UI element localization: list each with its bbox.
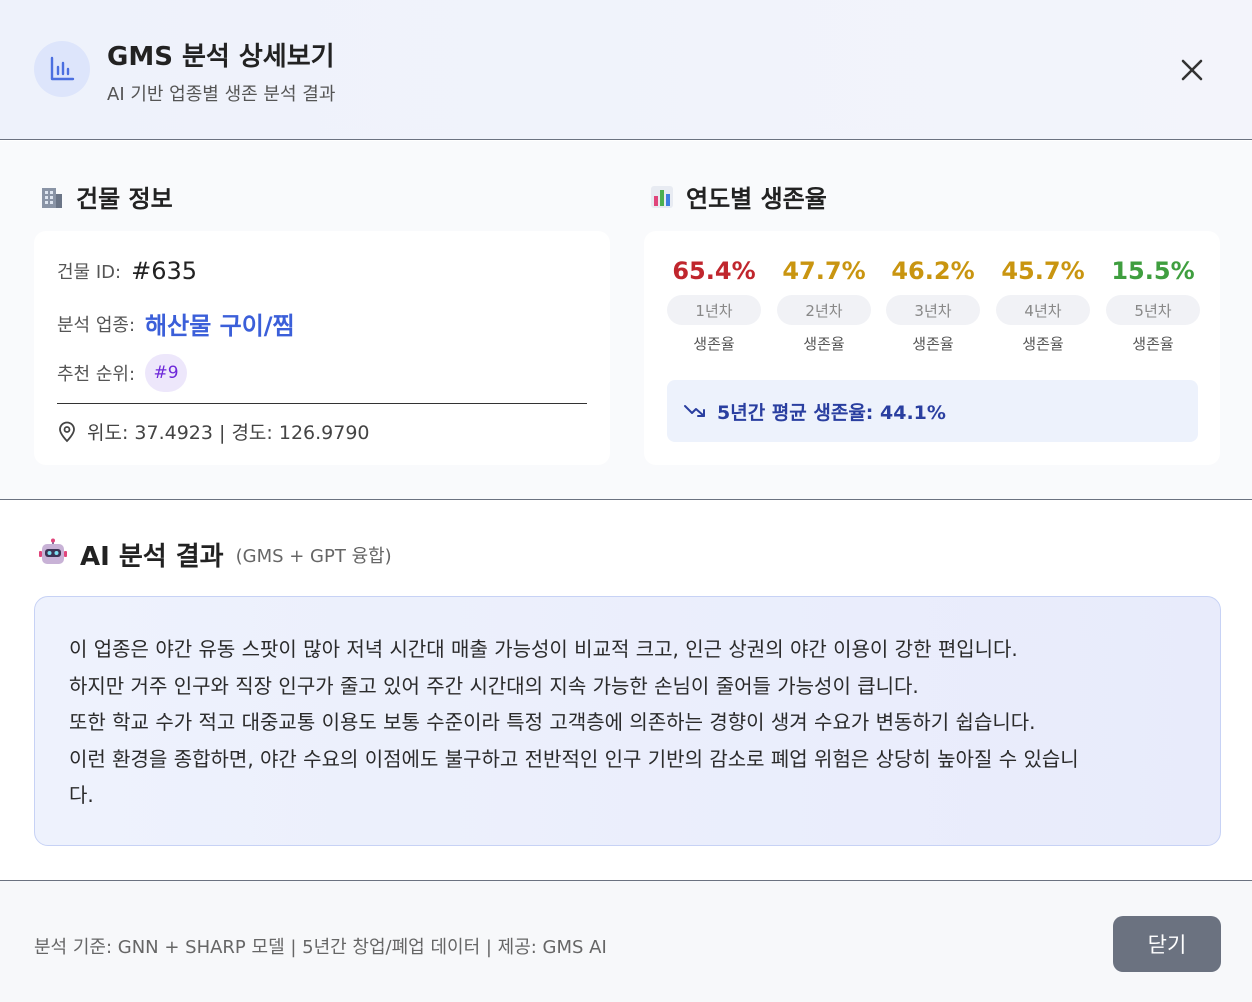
year-2-percent: 47.7% <box>782 257 866 285</box>
year-1-percent: 65.4% <box>672 257 756 285</box>
ai-section-title: AI 분석 결과 (GMS + GPT 융합) <box>38 536 392 573</box>
rank-row: 추천 순위: #9 <box>57 354 188 392</box>
year-4-percent: 45.7% <box>1001 257 1085 285</box>
ai-result-box: 이 업종은 야간 유동 스팟이 많아 저녁 시간대 매출 가능성이 비교적 크고… <box>34 596 1221 846</box>
building-section-title: 건물 정보 <box>38 179 173 214</box>
building-id-value: #635 <box>131 257 197 285</box>
year-1-pill: 1년차 <box>667 295 761 325</box>
building-id-label: 건물 ID: <box>57 262 122 283</box>
ai-line-2: 하지만 거주 인구와 직장 인구가 줄고 있어 주간 시간대의 지속 가능한 손… <box>69 673 919 698</box>
coordinates-row: 위도: 37.4923 | 경도: 126.9790 <box>57 418 370 445</box>
year-1-col: 65.4% 1년차 생존율 <box>667 257 761 354</box>
building-info-card: 건물 ID: #635 분석 업종: 해산물 구이/찜 추천 순위: #9 위도… <box>34 231 610 465</box>
year-3-percent: 46.2% <box>891 257 975 285</box>
bar-chart-icon <box>34 41 90 97</box>
building-icon <box>38 183 66 211</box>
average-survival-box: 5년간 평균 생존율: 44.1% <box>667 380 1198 442</box>
year-1-label: 생존율 <box>693 335 735 353</box>
map-pin-icon <box>59 421 75 442</box>
year-5-pill: 5년차 <box>1106 295 1200 325</box>
industry-value: 해산물 구이/찜 <box>145 312 295 340</box>
modal-header: GMS 분석 상세보기 AI 기반 업종별 생존 분석 결과 <box>0 0 1252 140</box>
rank-label: 추천 순위: <box>57 364 136 385</box>
ai-line-3: 또한 학교 수가 적고 대중교통 이용도 보통 수준이라 특정 고객층에 의존하… <box>69 710 1036 734</box>
info-section: 건물 정보 건물 ID: #635 분석 업종: 해산물 구이/찜 추천 순위:… <box>0 141 1252 500</box>
ai-line-1: 이 업종은 야간 유동 스팟이 많아 저녁 시간대 매출 가능성이 비교적 크고… <box>69 637 1018 661</box>
year-5-label: 생존율 <box>1132 335 1174 353</box>
industry-row: 분석 업종: 해산물 구이/찜 <box>57 306 295 341</box>
year-5-col: 15.5% 5년차 생존율 <box>1106 257 1200 354</box>
trending-down-icon <box>684 405 705 417</box>
close-icon <box>1181 59 1203 81</box>
modal-title: GMS 분석 상세보기 <box>107 42 335 72</box>
ai-line-4: 이런 환경을 종합하면, 야간 수요의 이점에도 불구하고 전반적인 인구 기반… <box>69 746 1079 771</box>
divider <box>57 403 587 404</box>
year-3-pill: 3년차 <box>886 295 980 325</box>
year-2-pill: 2년차 <box>777 295 871 325</box>
close-button[interactable] <box>1172 50 1212 90</box>
gms-analysis-modal: GMS 분석 상세보기 AI 기반 업종별 생존 분석 결과 건물 정보 건물 … <box>0 0 1252 1002</box>
year-4-label: 생존율 <box>1022 335 1064 353</box>
ai-subtitle-text: (GMS + GPT 융합) <box>235 545 392 567</box>
industry-label: 분석 업종: <box>57 314 136 336</box>
year-3-label: 생존율 <box>912 335 954 353</box>
year-4-col: 45.7% 4년차 생존율 <box>996 257 1090 354</box>
year-2-label: 생존율 <box>803 335 845 353</box>
modal-footer: 분석 기준: GNN + SHARP 모델 | 5년간 창업/폐업 데이터 | … <box>0 880 1252 1002</box>
survival-card: 65.4% 1년차 생존율 47.7% 2년차 생존율 46.2% 3년차 생존… <box>644 231 1220 465</box>
rank-badge: #9 <box>145 354 188 392</box>
survival-section-title: 연도별 생존율 <box>648 179 827 214</box>
ai-title-text: AI 분석 결과 <box>80 542 224 572</box>
year-4-pill: 4년차 <box>996 295 1090 325</box>
year-5-percent: 15.5% <box>1111 257 1195 285</box>
ai-line-5: 다. <box>69 783 94 807</box>
close-footer-button[interactable]: 닫기 <box>1113 916 1221 972</box>
robot-icon <box>38 538 68 572</box>
survival-section-label: 연도별 생존율 <box>686 185 827 213</box>
year-3-col: 46.2% 3년차 생존율 <box>886 257 980 354</box>
bar-chart-emoji-icon <box>648 183 676 211</box>
coordinates-text: 위도: 37.4923 | 경도: 126.9790 <box>87 422 370 444</box>
building-id-row: 건물 ID: #635 <box>57 257 197 285</box>
building-section-label: 건물 정보 <box>76 185 173 213</box>
footer-note: 분석 기준: GNN + SHARP 모델 | 5년간 창업/폐업 데이터 | … <box>34 937 607 958</box>
year-2-col: 47.7% 2년차 생존율 <box>777 257 871 354</box>
modal-subtitle: AI 기반 업종별 생존 분석 결과 <box>107 84 336 105</box>
average-survival-text: 5년간 평균 생존율: 44.1% <box>717 401 946 424</box>
